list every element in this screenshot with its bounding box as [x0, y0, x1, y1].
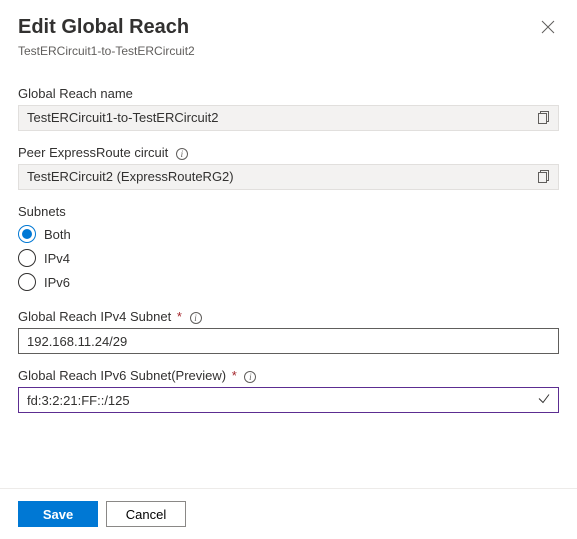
info-icon[interactable]: i [190, 312, 202, 324]
peer-label: Peer ExpressRoute circuit i [18, 145, 559, 160]
radio-ipv4[interactable]: IPv4 [18, 249, 559, 267]
global-reach-name-field: TestERCircuit1-to-TestERCircuit2 [18, 105, 559, 131]
peer-label-text: Peer ExpressRoute circuit [18, 145, 168, 160]
radio-label-ipv6: IPv6 [44, 275, 70, 290]
global-reach-name-value: TestERCircuit1-to-TestERCircuit2 [27, 110, 218, 125]
required-mark: * [173, 309, 182, 324]
info-icon[interactable]: i [176, 148, 188, 160]
subnets-label: Subnets [18, 204, 559, 219]
name-label: Global Reach name [18, 86, 559, 101]
panel-subtitle: TestERCircuit1-to-TestERCircuit2 [18, 44, 559, 58]
radio-ipv6[interactable]: IPv6 [18, 273, 559, 291]
ipv6-label: Global Reach IPv6 Subnet(Preview) * i [18, 368, 559, 383]
required-mark: * [228, 368, 237, 383]
radio-label-both: Both [44, 227, 71, 242]
footer-bar: Save Cancel [0, 488, 577, 539]
ipv4-label: Global Reach IPv4 Subnet * i [18, 309, 559, 324]
radio-icon [18, 273, 36, 291]
ipv4-subnet-input[interactable] [18, 328, 559, 354]
peer-circuit-field: TestERCircuit2 (ExpressRouteRG2) [18, 164, 559, 190]
save-button[interactable]: Save [18, 501, 98, 527]
ipv6-subnet-input[interactable] [18, 387, 559, 413]
radio-label-ipv4: IPv4 [44, 251, 70, 266]
ipv6-label-text: Global Reach IPv6 Subnet(Preview) [18, 368, 226, 383]
checkmark-icon [537, 392, 551, 409]
info-icon[interactable]: i [244, 371, 256, 383]
cancel-button[interactable]: Cancel [106, 501, 186, 527]
close-icon[interactable] [537, 16, 559, 42]
copy-icon[interactable] [538, 170, 552, 184]
radio-icon [18, 225, 36, 243]
ipv4-label-text: Global Reach IPv4 Subnet [18, 309, 171, 324]
copy-icon[interactable] [538, 111, 552, 125]
radio-icon [18, 249, 36, 267]
radio-both[interactable]: Both [18, 225, 559, 243]
peer-circuit-value: TestERCircuit2 (ExpressRouteRG2) [27, 169, 234, 184]
panel-title: Edit Global Reach [18, 16, 189, 39]
